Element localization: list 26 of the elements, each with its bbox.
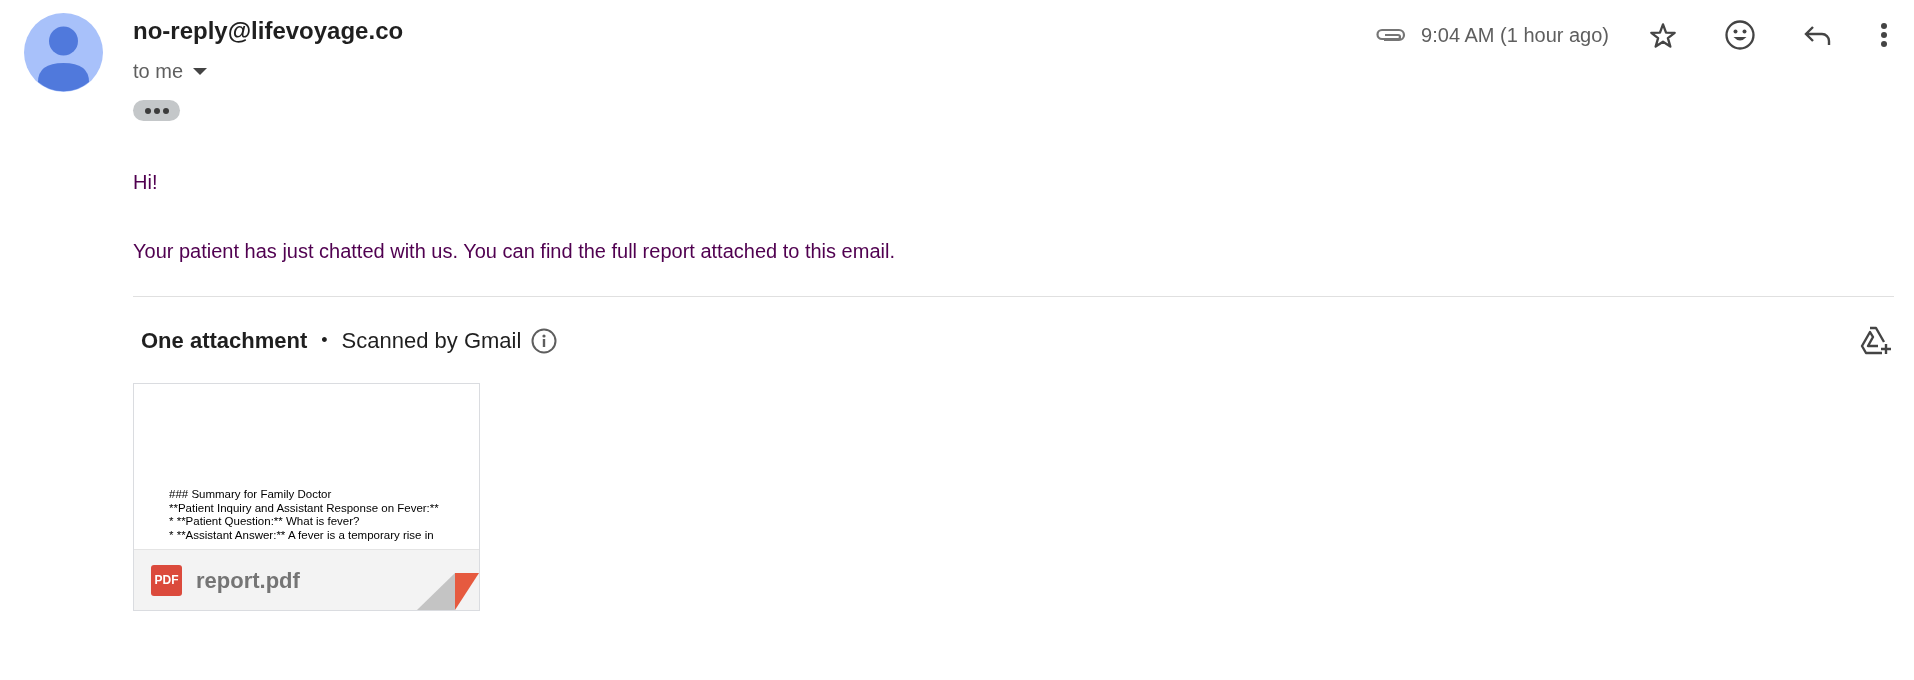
drive-add-icon bbox=[1860, 325, 1892, 356]
avatar-icon bbox=[24, 13, 103, 92]
file-name: report.pdf bbox=[196, 566, 300, 595]
preview-text-line: **Patient Inquiry and Assistant Response on Fever:** bbox=[169, 501, 439, 515]
message-paragraph: Your patient has just chatted with us. You can find the full report attached to this email. bbox=[133, 239, 896, 264]
more-icon bbox=[144, 107, 169, 114]
recipient-dropdown[interactable]: to me bbox=[133, 58, 404, 84]
attachment-card[interactable]: ### Summary for Family Doctor **Patient Inquiry and Assistant Response on Fever:** * **Patient Question:** What is fever? * **Assistant Answer:** A fever is a temporary rise in PDF report.pdf bbox=[133, 383, 480, 611]
sender-address: no-reply@lifevoyage.co bbox=[133, 16, 404, 46]
add-to-drive-button[interactable] bbox=[1860, 325, 1892, 356]
page-curl-icon bbox=[417, 573, 479, 610]
preview-text-line: * **Assistant Answer:** A fever is a temporary rise in bbox=[169, 528, 435, 542]
attachments-heading: One attachment bbox=[141, 327, 308, 355]
scan-note: Scanned by Gmail bbox=[341, 327, 522, 355]
preview-text-line: ### Summary for Family Doctor bbox=[169, 488, 333, 502]
caret-icon bbox=[193, 67, 208, 75]
info-icon bbox=[531, 327, 558, 354]
more-vertical-icon bbox=[1881, 23, 1887, 47]
show-trimmed-button[interactable] bbox=[133, 100, 180, 121]
message-paragraph: Hi! bbox=[133, 170, 159, 195]
separator: • bbox=[321, 329, 328, 352]
file-type-badge: PDF bbox=[151, 564, 182, 596]
smiley-icon bbox=[1725, 20, 1755, 50]
preview-text-line: * **Patient Question:** What is fever? bbox=[169, 515, 361, 529]
message-time: 9:04 AM (1 hour ago) bbox=[1421, 23, 1609, 48]
reply-icon bbox=[1803, 25, 1831, 45]
